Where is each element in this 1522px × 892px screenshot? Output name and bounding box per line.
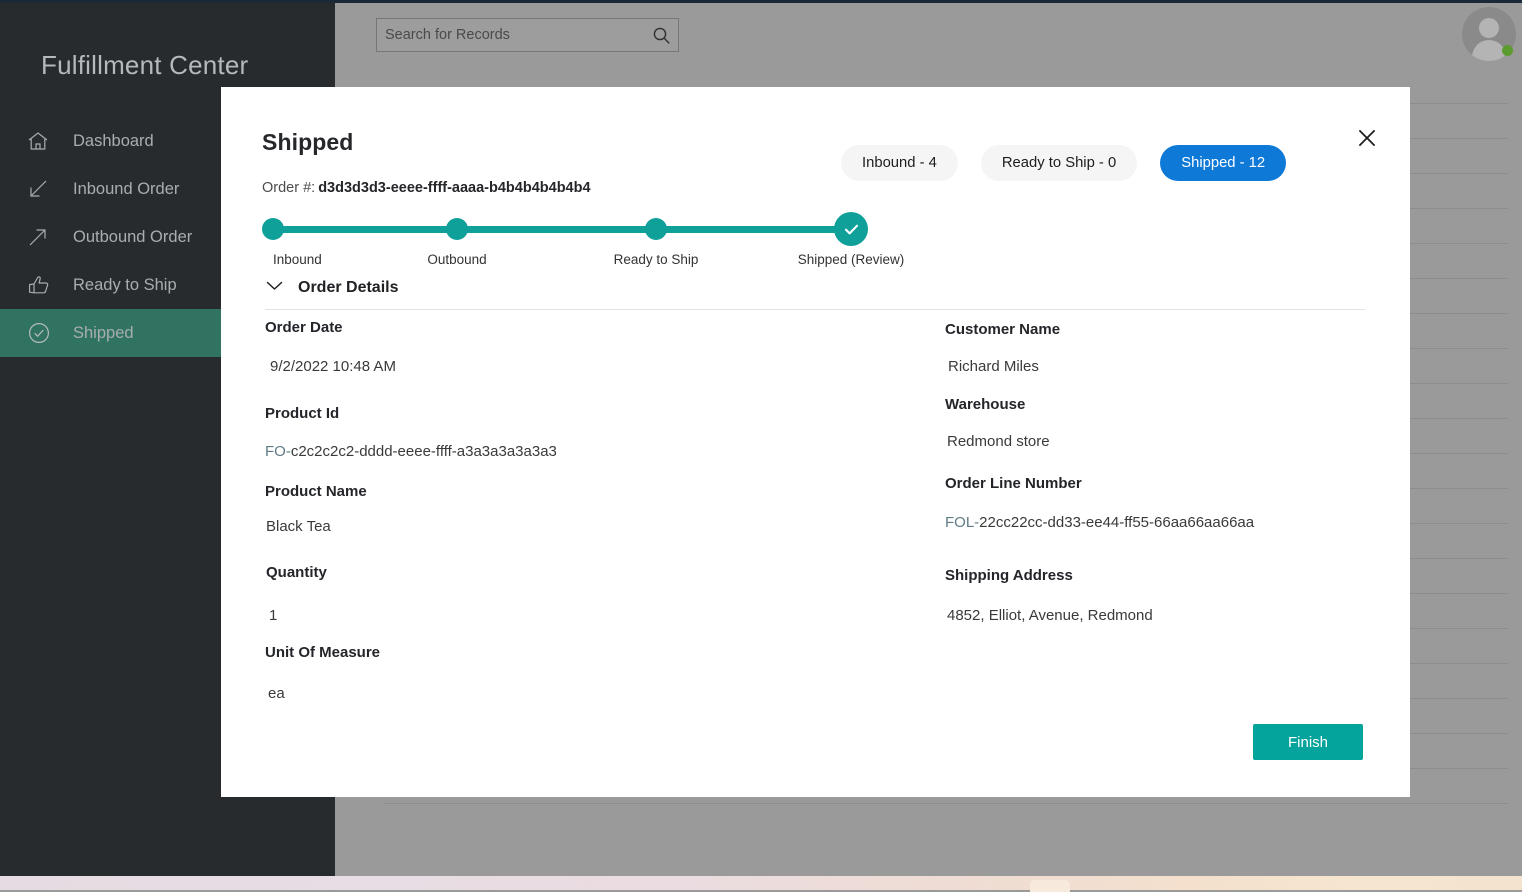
order-progress-stepper: Inbound Outbound Ready to Ship Shipped (…: [262, 212, 904, 272]
search-box[interactable]: [376, 18, 679, 52]
details-divider: [265, 309, 1365, 310]
field-label-customer-name: Customer Name: [945, 321, 1061, 338]
field-value-order-date: 9/2/2022 10:48 AM: [270, 358, 396, 375]
stepper-line: [273, 226, 851, 233]
step-label-outbound: Outbound: [427, 252, 487, 267]
brand-title: Fulfillment Center: [41, 50, 249, 80]
order-line-prefix: FOL-: [945, 514, 980, 531]
order-details-toggle[interactable]: Order Details: [265, 279, 398, 297]
avatar[interactable]: [1462, 7, 1516, 61]
home-icon: [27, 129, 59, 153]
avatar-body: [1472, 40, 1506, 61]
chevron-down-icon: [265, 279, 284, 297]
shipped-order-modal: Shipped Order #: d3d3d3d3-eeee-ffff-aaaa-…: [221, 87, 1410, 797]
modal-title: Shipped: [262, 129, 354, 155]
order-number-value: d3d3d3d3-eeee-ffff-aaaa-b4b4b4b4b4b4: [318, 180, 591, 196]
field-label-quantity: Quantity: [266, 564, 327, 581]
search-input[interactable]: [377, 19, 644, 51]
step-dot-shipped[interactable]: [834, 212, 868, 246]
topbar: [335, 3, 1522, 66]
field-value-product-name: Black Tea: [266, 518, 331, 535]
field-label-product-id: Product Id: [265, 405, 340, 422]
field-value-customer-name: Richard Miles: [948, 358, 1039, 375]
step-label-shipped: Shipped (Review): [797, 252, 905, 267]
order-details-label: Order Details: [298, 279, 399, 296]
field-label-order-date: Order Date: [265, 319, 343, 336]
check-circle-icon: [27, 321, 59, 345]
field-value-order-line-number: FOL-22cc22cc-dd33-ee44-ff55-66aa66aa66aa: [945, 514, 1254, 531]
arrow-down-left-icon: [27, 177, 59, 201]
sidebar-item-label: Dashboard: [73, 131, 154, 150]
field-value-unit-of-measure: ea: [268, 685, 285, 702]
sidebar-item-label: Shipped: [73, 323, 134, 342]
field-value-warehouse: Redmond store: [947, 433, 1050, 450]
presence-indicator: [1502, 45, 1513, 56]
sidebar-item-label: Ready to Ship: [73, 275, 177, 294]
pill-ready-to-ship[interactable]: Ready to Ship - 0: [980, 145, 1138, 181]
pill-shipped[interactable]: Shipped - 12: [1160, 145, 1287, 181]
desktop-wallpaper-strip: [0, 876, 1522, 892]
wallpaper-blob: [1030, 880, 1070, 892]
close-icon[interactable]: [1352, 123, 1382, 153]
order-number-line: Order #: d3d3d3d3-eeee-ffff-aaaa-b4b4b4b4…: [262, 180, 591, 196]
finish-button[interactable]: Finish: [1253, 724, 1363, 760]
step-label-inbound: Inbound: [273, 252, 322, 267]
field-value-product-id: FO-c2c2c2c2-dddd-eeee-ffff-a3a3a3a3a3a3: [265, 443, 557, 460]
field-label-shipping-address: Shipping Address: [945, 567, 1073, 584]
sidebar-item-label: Inbound Order: [73, 179, 180, 198]
field-label-warehouse: Warehouse: [945, 396, 1026, 413]
step-dot-inbound[interactable]: [262, 218, 284, 240]
thumbs-up-icon: [27, 273, 59, 297]
status-pill-group: Inbound - 4 Ready to Ship - 0 Shipped - …: [841, 145, 1287, 181]
product-id-prefix: FO-: [265, 443, 291, 460]
step-dot-outbound[interactable]: [446, 218, 468, 240]
sidebar-item-label: Outbound Order: [73, 227, 193, 246]
field-value-shipping-address: 4852, Elliot, Avenue, Redmond: [947, 607, 1153, 624]
step-label-ready-to-ship: Ready to Ship: [613, 252, 699, 267]
order-line-guid: 22cc22cc-dd33-ee44-ff55-66aa66aa66aa: [979, 514, 1255, 531]
arrow-up-right-icon: [27, 225, 59, 249]
order-number-label: Order #:: [262, 180, 316, 196]
avatar-head: [1479, 18, 1499, 38]
field-value-quantity: 1: [269, 607, 278, 624]
app-window: Fulfillment Center Dashboard Inbound Ord…: [0, 0, 1522, 876]
field-label-unit-of-measure: Unit Of Measure: [265, 644, 381, 661]
product-id-guid: c2c2c2c2-dddd-eeee-ffff-a3a3a3a3a3a3: [290, 443, 557, 460]
pill-inbound[interactable]: Inbound - 4: [841, 145, 958, 181]
field-label-product-name: Product Name: [265, 483, 367, 500]
step-dot-ready-to-ship[interactable]: [645, 218, 667, 240]
search-icon[interactable]: [644, 19, 678, 51]
field-label-order-line-number: Order Line Number: [945, 475, 1082, 492]
